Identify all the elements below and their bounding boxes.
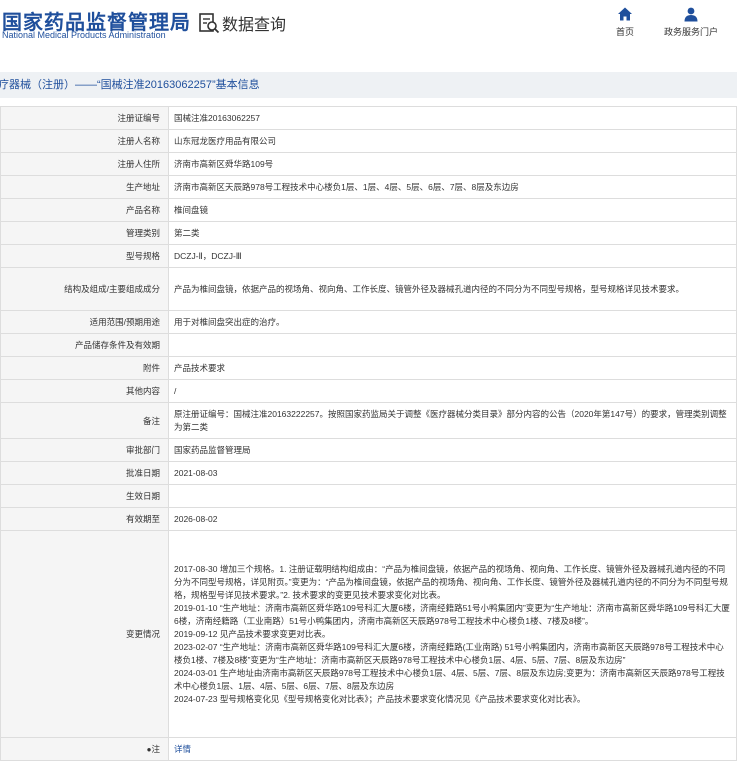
row-label: 型号规格: [0, 244, 169, 268]
table-row: 备注 原注册证编号：国械注准20163222257。按照国家药监局关于调整《医疗…: [0, 402, 737, 439]
row-value: 产品技术要求: [168, 356, 737, 380]
table-row: 产品名称 椎间盘镜: [0, 198, 737, 222]
table-row: 适用范围/预期用途 用于对椎间盘突出症的治疗。: [0, 310, 737, 334]
row-label: 产品名称: [0, 198, 169, 222]
table-row: 生效日期: [0, 484, 737, 508]
change-entry: 2019-09-12 见产品技术要求变更对比表。: [174, 628, 331, 639]
row-value: 国家药品监督管理局: [168, 438, 737, 462]
table-row: 注册人住所 济南市高新区舜华路109号: [0, 152, 737, 176]
table-row: 管理类别 第二类: [0, 221, 737, 245]
site-logo-en[interactable]: National Medical Products Administration: [2, 30, 166, 40]
row-value: 产品为椎间盘镜，依据产品的视场角、视向角、工作长度、镜管外径及器械孔道内径的不同…: [168, 267, 737, 311]
row-label: 管理类别: [0, 221, 169, 245]
row-value: 济南市高新区天辰路978号工程技术中心楼负1层、1层、4层、5层、6层、7层、8…: [168, 175, 737, 199]
note-label-text: 注: [151, 744, 160, 754]
table-row: 附件 产品技术要求: [0, 356, 737, 380]
data-query-link[interactable]: 数据查询: [198, 10, 286, 36]
row-value: [168, 333, 737, 357]
table-row: 型号规格 DCZJ-Ⅱ，DCZJ-Ⅲ: [0, 244, 737, 268]
row-value: 椎间盘镜: [168, 198, 737, 222]
row-label: 注册人住所: [0, 152, 169, 176]
row-value: 2026-08-02: [168, 507, 737, 531]
nav-home-label: 首页: [615, 27, 634, 37]
row-value: 第二类: [168, 221, 737, 245]
row-label: 适用范围/预期用途: [0, 310, 169, 334]
change-entry: 2017-08-30 增加三个规格。1. 注册证载明结构组成由：“产品为椎间盘镜…: [174, 563, 728, 600]
change-entry: 2019-01-10 “生产地址：济南市高新区舜华路109号科汇大厦6楼，济南经…: [174, 602, 730, 626]
change-entry: 2023-02-07 “生产地址：济南市高新区舜华路109号科汇大厦6楼，济南经…: [174, 641, 724, 665]
table-row-note: ●注 详情: [0, 737, 737, 761]
row-label: 注册人名称: [0, 129, 169, 153]
table-row: 产品储存条件及有效期: [0, 333, 737, 357]
user-icon: [684, 7, 698, 22]
row-value: 用于对椎间盘突出症的治疗。: [168, 310, 737, 334]
row-label: 有效期至: [0, 507, 169, 531]
row-value: [168, 484, 737, 508]
row-label: 批准日期: [0, 461, 169, 485]
change-entry: 2024-07-23 型号规格变化见《型号规格变化对比表》；产品技术要求变化情况…: [174, 693, 586, 704]
row-label: 注册证编号: [0, 106, 169, 130]
note-label: ●注: [0, 737, 169, 761]
row-label: 审批部门: [0, 438, 169, 462]
row-value: 原注册证编号：国械注准20163222257。按照国家药监局关于调整《医疗器械分…: [168, 402, 737, 439]
nav-portal-label: 政务服务门户: [663, 27, 718, 37]
change-entry: 2024-03-01 生产地址由济南市高新区天辰路978号工程技术中心楼负1层、…: [174, 667, 725, 691]
home-icon: [618, 7, 632, 21]
table-row: 注册证编号 国械注准20163062257: [0, 106, 737, 130]
row-label: 备注: [0, 402, 169, 439]
table-row: 生产地址 济南市高新区天辰路978号工程技术中心楼负1层、1层、4层、5层、6层…: [0, 175, 737, 199]
note-value: 详情: [168, 737, 737, 761]
row-label: 生产地址: [0, 175, 169, 199]
row-value: 山东冠龙医疗用品有限公司: [168, 129, 737, 153]
registration-info-table: 注册证编号 国械注准20163062257 注册人名称 山东冠龙医疗用品有限公司…: [0, 106, 737, 761]
table-row: 注册人名称 山东冠龙医疗用品有限公司: [0, 129, 737, 153]
changes-value: 2017-08-30 增加三个规格。1. 注册证载明结构组成由：“产品为椎间盘镜…: [168, 530, 737, 738]
table-row: 其他内容 /: [0, 379, 737, 403]
row-value: 国械注准20163062257: [168, 106, 737, 130]
row-label: 产品储存条件及有效期: [0, 333, 169, 357]
table-row: 结构及组成/主要组成成分 产品为椎间盘镜，依据产品的视场角、视向角、工作长度、镜…: [0, 267, 737, 311]
row-value: DCZJ-Ⅱ，DCZJ-Ⅲ: [168, 244, 737, 268]
table-row: 批准日期 2021-08-03: [0, 461, 737, 485]
site-header: 国家药品监督管理局 National Medical Products Admi…: [0, 0, 737, 58]
data-query-label: 数据查询: [222, 17, 287, 34]
record-title: 疗器械（注册）——“国械注准20163062257”基本信息: [0, 79, 260, 91]
row-value: 济南市高新区舜华路109号: [168, 152, 737, 176]
table-row: 审批部门 国家药品监督管理局: [0, 438, 737, 462]
table-row: 有效期至 2026-08-02: [0, 507, 737, 531]
row-value: /: [168, 379, 737, 403]
changes-label: 变更情况: [0, 530, 169, 738]
row-value: 2021-08-03: [168, 461, 737, 485]
nav-service-portal[interactable]: 政务服务门户: [660, 6, 722, 38]
data-query-icon: [199, 13, 220, 34]
nav-home[interactable]: 首页: [610, 6, 640, 38]
table-row-changes: 变更情况 2017-08-30 增加三个规格。1. 注册证载明结构组成由：“产品…: [0, 530, 737, 738]
row-label: 生效日期: [0, 484, 169, 508]
detail-link[interactable]: 详情: [174, 744, 191, 754]
row-label: 其他内容: [0, 379, 169, 403]
row-label: 附件: [0, 356, 169, 380]
record-title-bar: 疗器械（注册）——“国械注准20163062257”基本信息: [0, 72, 737, 98]
row-label: 结构及组成/主要组成成分: [0, 267, 169, 311]
